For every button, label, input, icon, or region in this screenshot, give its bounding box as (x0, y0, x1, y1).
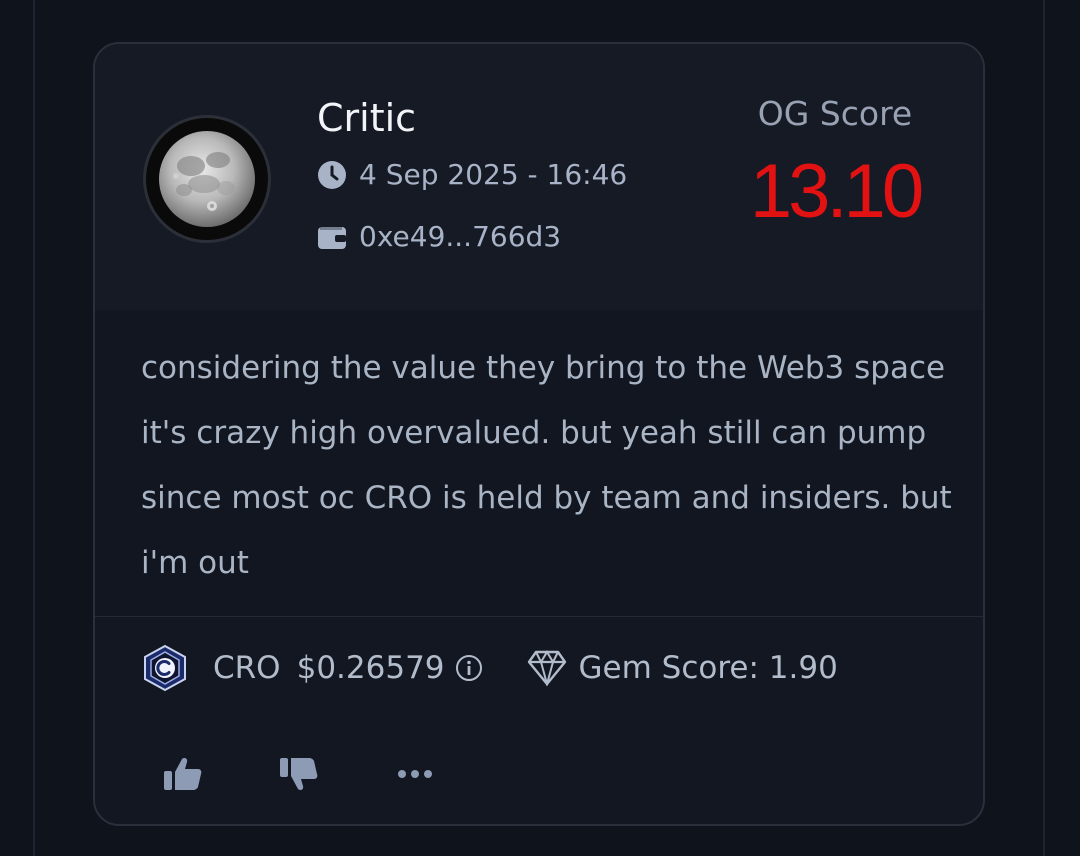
thumbs-up-icon (164, 758, 202, 790)
post-actions (161, 754, 509, 794)
gem-icon (527, 650, 566, 686)
gem-score: Gem Score: 1.90 (578, 650, 838, 686)
post-wallet: 0xe49...766d3 (317, 220, 561, 253)
og-score-value: 13.10 (749, 149, 924, 234)
clock-icon (318, 160, 346, 189)
left-divider (33, 0, 35, 856)
wallet-icon (318, 226, 346, 249)
avatar[interactable] (143, 115, 271, 243)
author-name[interactable]: Critic (317, 96, 416, 140)
post-text: considering the value they bring to the … (141, 350, 952, 581)
token-price: $0.26579 (296, 650, 445, 686)
more-options-button[interactable] (393, 754, 437, 794)
like-button[interactable] (161, 754, 205, 794)
wallet-address[interactable]: 0xe49...766d3 (359, 220, 561, 253)
token-symbol[interactable]: CRO (213, 650, 281, 686)
cro-token-icon[interactable] (141, 644, 189, 692)
page: Critic 4 Sep 2025 - 16:46 0xe49...766d3 … (0, 0, 1080, 856)
og-score-label: OG Score (757, 94, 913, 133)
more-dots-icon (398, 770, 432, 778)
right-divider (1043, 0, 1045, 856)
token-info-row: CRO $0.26579 Gem Score: 1.90 (141, 644, 838, 692)
info-icon[interactable] (455, 654, 483, 682)
post-card: Critic 4 Sep 2025 - 16:46 0xe49...766d3 … (93, 42, 985, 826)
post-date: 4 Sep 2025 - 16:46 (317, 158, 627, 191)
dislike-button[interactable] (277, 754, 321, 794)
thumbs-down-icon (280, 758, 318, 790)
moon-avatar-image (159, 131, 255, 227)
date-text: 4 Sep 2025 - 16:46 (359, 158, 628, 191)
